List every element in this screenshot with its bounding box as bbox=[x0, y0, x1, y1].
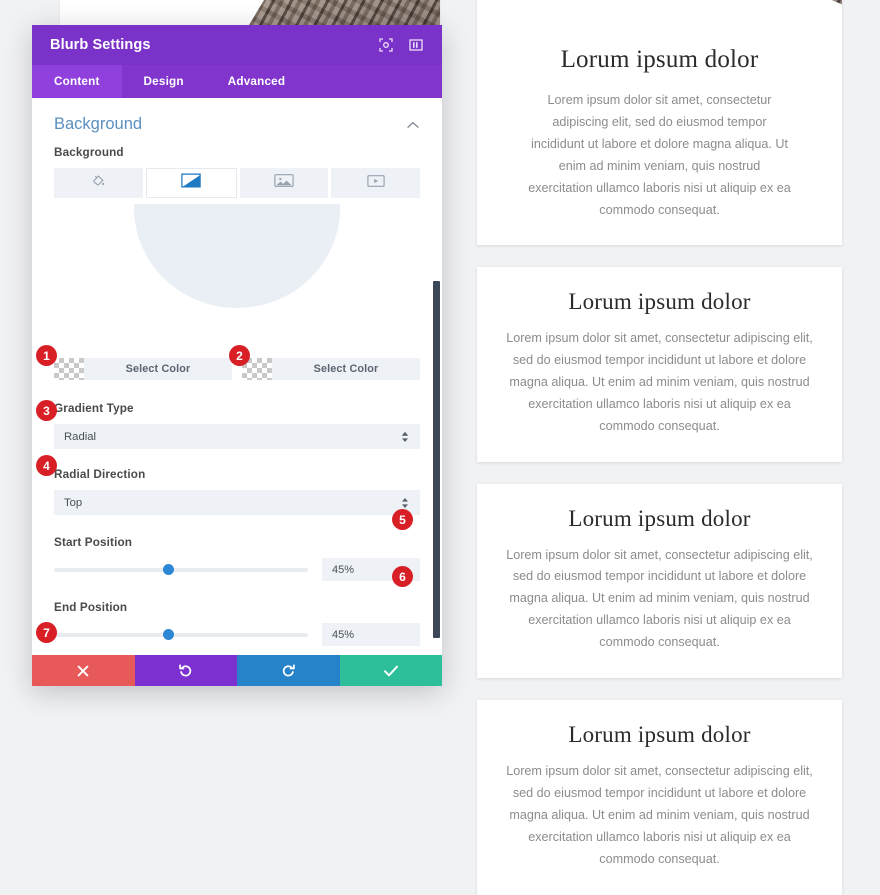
gradient-type-field: Gradient Type Radial bbox=[32, 402, 442, 449]
preview-card-2[interactable]: Lorum ipsum dolor Lorem ipsum dolor sit … bbox=[477, 267, 842, 462]
annotation-badge-4: 4 bbox=[36, 455, 57, 476]
gradient-preview bbox=[32, 204, 442, 352]
redo-button[interactable] bbox=[237, 655, 340, 686]
background-color-tab[interactable] bbox=[54, 168, 143, 198]
start-position-label: Start Position bbox=[54, 536, 133, 549]
gradient-preview-radial-shape bbox=[134, 204, 340, 308]
section-title: Background bbox=[54, 115, 143, 133]
modal-footer bbox=[32, 655, 442, 686]
end-position-field: End Position 45% bbox=[32, 601, 442, 646]
background-field: Background bbox=[32, 146, 442, 198]
image-icon bbox=[274, 173, 294, 193]
modal-body: Background Background Select Color Selec… bbox=[32, 98, 442, 655]
card-title: Lorum ipsum dolor bbox=[560, 46, 759, 73]
chevron-up-icon[interactable] bbox=[406, 118, 420, 132]
select-color-button-2[interactable]: Select Color bbox=[272, 358, 420, 380]
card-body: Lorem ipsum dolor sit amet, consectetur … bbox=[528, 93, 791, 217]
preview-card-hero[interactable]: Lorum ipsum dolor Lorem ipsum dolor sit … bbox=[477, 0, 842, 245]
tab-design[interactable]: Design bbox=[122, 65, 206, 98]
annotation-badge-7: 7 bbox=[36, 622, 57, 643]
card-title: Lorum ipsum dolor bbox=[568, 505, 751, 531]
end-position-slider[interactable] bbox=[54, 628, 308, 642]
slider-knob[interactable] bbox=[163, 563, 175, 575]
undo-button[interactable] bbox=[134, 655, 237, 686]
annotation-badge-1: 1 bbox=[36, 345, 57, 366]
start-position-field: Start Position 45% bbox=[32, 536, 442, 581]
radial-direction-label: Radial Direction bbox=[54, 468, 146, 481]
background-gradient-tab[interactable] bbox=[145, 168, 237, 198]
tab-content[interactable]: Content bbox=[32, 65, 122, 98]
paint-bucket-icon bbox=[91, 173, 106, 193]
gradient-color-stop-2[interactable]: Select Color bbox=[242, 358, 420, 380]
background-image-tab[interactable] bbox=[239, 168, 329, 198]
background-label: Background bbox=[54, 146, 124, 159]
annotation-badge-2: 2 bbox=[229, 345, 250, 366]
card-body: Lorem ipsum dolor sit amet, consectetur … bbox=[506, 331, 813, 433]
card-body: Lorem ipsum dolor sit amet, consectetur … bbox=[506, 764, 813, 866]
annotation-badge-5: 5 bbox=[392, 509, 413, 530]
modal-tab-bar: Content Design Advanced bbox=[32, 65, 442, 98]
radial-direction-select[interactable]: Top bbox=[54, 490, 420, 515]
video-icon bbox=[366, 174, 385, 193]
preview-card-4[interactable]: Lorum ipsum dolor Lorem ipsum dolor sit … bbox=[477, 700, 842, 895]
gradient-type-value: Radial bbox=[64, 430, 97, 443]
tab-advanced[interactable]: Advanced bbox=[206, 65, 307, 98]
modal-header: Blurb Settings bbox=[32, 25, 442, 65]
annotation-badge-6: 6 bbox=[392, 566, 413, 587]
preview-column: Lorum ipsum dolor Lorem ipsum dolor sit … bbox=[477, 0, 842, 895]
annotation-badge-3: 3 bbox=[36, 400, 57, 421]
gradient-type-select[interactable]: Radial bbox=[54, 424, 420, 449]
slider-track bbox=[54, 567, 308, 572]
chevron-updown-icon bbox=[400, 496, 410, 510]
gradient-type-label: Gradient Type bbox=[54, 402, 134, 415]
save-button[interactable] bbox=[339, 655, 442, 686]
end-position-value[interactable]: 45% bbox=[322, 623, 420, 646]
slider-knob[interactable] bbox=[163, 628, 175, 640]
background-section-header[interactable]: Background bbox=[32, 98, 442, 146]
target-icon[interactable] bbox=[374, 33, 398, 57]
gradient-color-stop-1[interactable]: Select Color bbox=[54, 358, 232, 380]
cancel-button[interactable] bbox=[32, 655, 135, 686]
select-color-button-1[interactable]: Select Color bbox=[84, 358, 232, 380]
radial-direction-value: Top bbox=[64, 496, 83, 509]
card-title: Lorum ipsum dolor bbox=[568, 722, 751, 748]
preview-card-3[interactable]: Lorum ipsum dolor Lorem ipsum dolor sit … bbox=[477, 483, 842, 679]
chevron-updown-icon bbox=[400, 430, 410, 444]
background-video-tab[interactable] bbox=[331, 168, 420, 198]
start-position-slider[interactable] bbox=[54, 563, 308, 577]
gradient-icon bbox=[181, 173, 201, 193]
slider-track bbox=[54, 632, 308, 637]
color-swatch-icon[interactable] bbox=[54, 358, 84, 380]
modal-vertical-scrollbar[interactable] bbox=[433, 281, 440, 638]
card-body: Lorem ipsum dolor sit amet, consectetur … bbox=[506, 547, 813, 650]
modal-title: Blurb Settings bbox=[50, 37, 151, 53]
end-position-label: End Position bbox=[54, 601, 128, 614]
background-type-tabs bbox=[54, 168, 420, 198]
layout-panel-icon[interactable] bbox=[404, 33, 428, 57]
radial-direction-field: Radial Direction Top bbox=[32, 468, 442, 515]
card-title: Lorum ipsum dolor bbox=[568, 289, 751, 314]
